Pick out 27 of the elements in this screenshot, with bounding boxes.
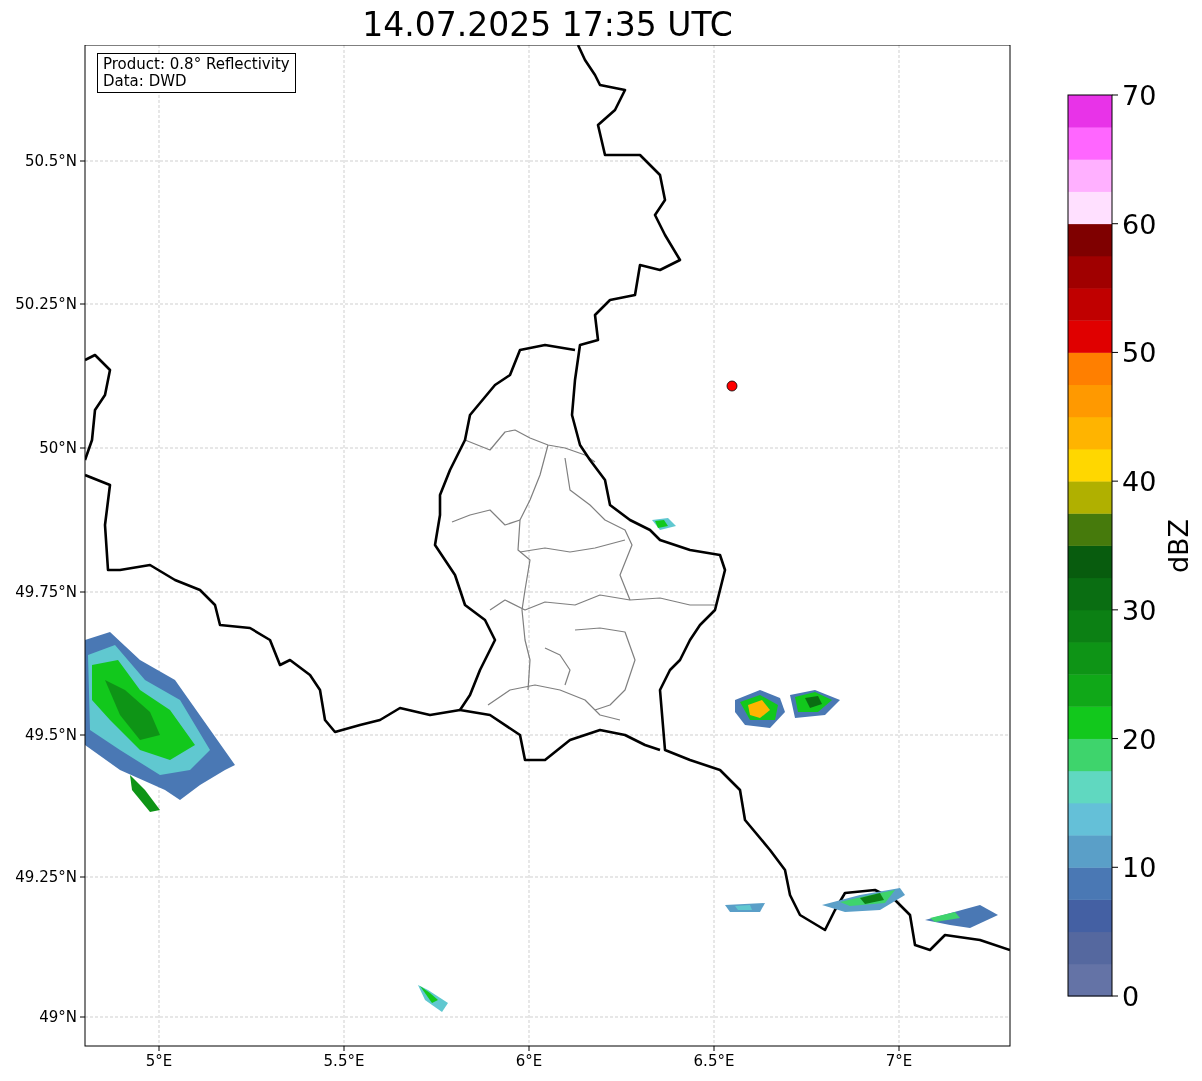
latitude-label: 49.25°N	[15, 868, 77, 886]
location-marker-icon	[726, 380, 738, 392]
colorbar-tick-label: 70	[1122, 80, 1157, 111]
colorbar-tick-label: 40	[1122, 466, 1157, 498]
latitude-label: 49.5°N	[24, 726, 77, 744]
latitude-label: 49°N	[39, 1008, 77, 1026]
colorbar-tick-label: 30	[1122, 594, 1157, 626]
info-box: Product: 0.8° Reflectivity Data: DWD	[97, 53, 296, 93]
radar-echo	[652, 518, 676, 530]
radar-echo	[418, 985, 448, 1012]
latitude-label: 49.75°N	[15, 583, 77, 601]
colorbar-tick-label: 10	[1122, 852, 1157, 884]
longitude-label: 5°E	[145, 1052, 173, 1070]
colorbar-tick-label: 50	[1122, 337, 1157, 369]
colorbar-label: dBZ	[1163, 518, 1194, 574]
colorbar-tick-label: 20	[1122, 723, 1157, 755]
longitude-label: 5.5°E	[323, 1052, 365, 1070]
colorbar-tick-label: 0	[1122, 981, 1140, 1012]
chart-title: 14.07.2025 17:35 UTC	[361, 4, 734, 45]
latitude-label: 50.5°N	[24, 152, 77, 170]
radar-echo	[725, 903, 765, 912]
latitude-label: 50°N	[39, 439, 77, 457]
colorbar-tick-label: 60	[1122, 208, 1157, 240]
longitude-label: 6°E	[515, 1052, 543, 1070]
longitude-label: 7°E	[885, 1052, 913, 1070]
latitude-label: 50.25°N	[15, 295, 77, 313]
longitude-label: 6.5°E	[693, 1052, 735, 1070]
